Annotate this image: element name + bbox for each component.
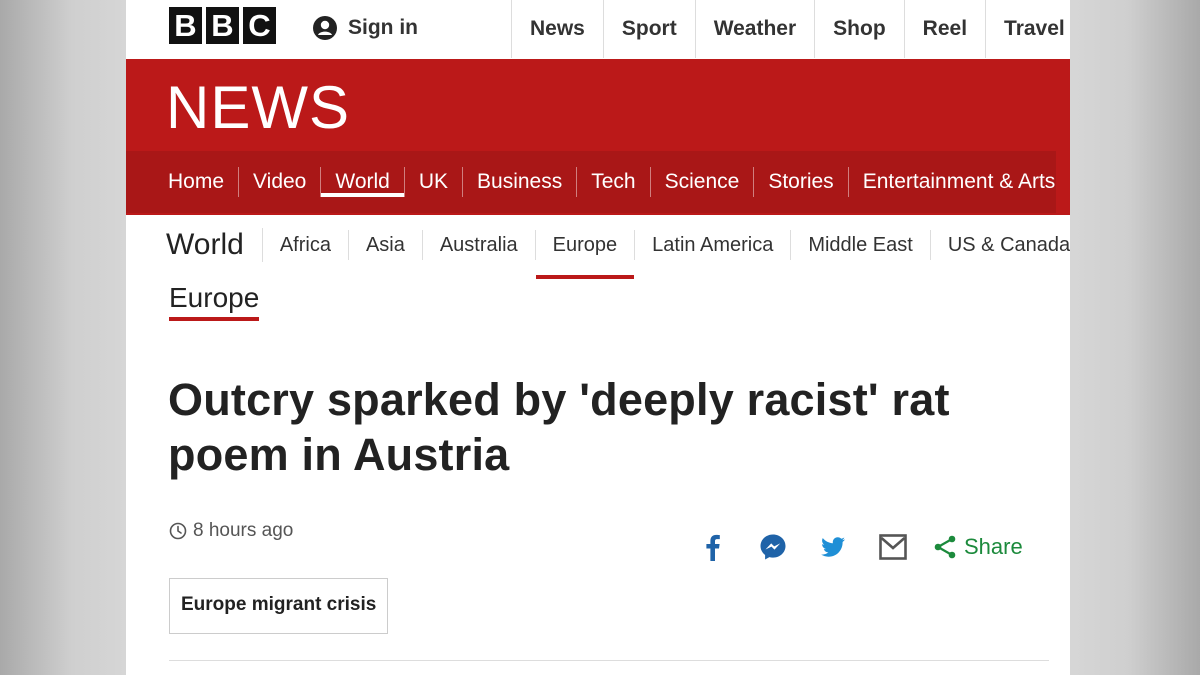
top-nav-reel[interactable]: Reel: [905, 0, 987, 58]
user-icon: [313, 16, 337, 40]
primary-nav: Home Video World UK Business Tech Scienc…: [126, 151, 1056, 213]
subnav-asia[interactable]: Asia: [349, 230, 423, 260]
subnav-europe[interactable]: Europe: [535, 230, 636, 279]
bbc-news-page: B B C Sign in News Sport Weather Shop Re…: [126, 0, 1070, 675]
topic-tag[interactable]: Europe migrant crisis: [169, 578, 389, 634]
secondary-nav: World Africa Asia Australia Europe Latin…: [166, 220, 1070, 279]
subnav-us-canada[interactable]: US & Canada: [931, 230, 1070, 260]
top-nav-travel[interactable]: Travel: [986, 0, 1070, 58]
top-nav-weather[interactable]: Weather: [696, 0, 816, 58]
nav-item-stories[interactable]: Stories: [754, 167, 849, 197]
top-nav-news[interactable]: News: [512, 0, 604, 58]
section-title-world[interactable]: World: [166, 228, 263, 262]
share-button[interactable]: Share: [932, 534, 1023, 560]
timestamp-text: 8 hours ago: [193, 520, 294, 541]
bbc-logo[interactable]: B B C: [169, 7, 276, 44]
email-icon: [879, 534, 907, 560]
article-headline: Outcry sparked by 'deeply racist' rat po…: [168, 374, 950, 480]
divider: [169, 660, 1049, 661]
nav-item-uk[interactable]: UK: [405, 167, 464, 197]
sign-in-label: Sign in: [348, 16, 418, 39]
share-label: Share: [964, 534, 1023, 559]
share-tools: Share: [696, 530, 1023, 564]
subnav-middle-east[interactable]: Middle East: [791, 230, 931, 260]
subnav-latin-america[interactable]: Latin America: [635, 230, 792, 260]
messenger-share-button[interactable]: [756, 530, 790, 564]
share-icon: [934, 535, 956, 559]
twitter-icon: [821, 537, 845, 557]
nav-item-home[interactable]: Home: [156, 167, 240, 197]
nav-item-business[interactable]: Business: [463, 167, 578, 197]
news-header: NEWS Home Video World UK Business Tech S…: [126, 59, 1070, 215]
clock-icon: [169, 522, 187, 540]
news-wordmark[interactable]: NEWS: [166, 73, 350, 142]
nav-item-tech[interactable]: Tech: [577, 167, 651, 197]
email-share-button[interactable]: [876, 530, 910, 564]
section-label[interactable]: Europe: [169, 282, 260, 321]
logo-letter: C: [243, 7, 276, 44]
article-timestamp: 8 hours ago: [169, 520, 293, 542]
nav-item-video[interactable]: Video: [239, 167, 322, 197]
nav-item-entertainment-arts[interactable]: Entertainment & Arts: [849, 167, 1070, 197]
twitter-share-button[interactable]: [816, 530, 850, 564]
sign-in-button[interactable]: Sign in: [312, 12, 418, 44]
facebook-icon: [706, 534, 720, 561]
top-nav-sport[interactable]: Sport: [604, 0, 696, 58]
nav-item-world[interactable]: World: [321, 167, 405, 197]
nav-item-science[interactable]: Science: [651, 167, 755, 197]
facebook-share-button[interactable]: [696, 530, 730, 564]
logo-letter: B: [169, 7, 202, 44]
messenger-icon: [760, 534, 786, 560]
top-nav: News Sport Weather Shop Reel Travel Mo: [512, 0, 1070, 58]
top-nav-shop[interactable]: Shop: [815, 0, 905, 58]
logo-letter: B: [206, 7, 239, 44]
top-bar: B B C Sign in News Sport Weather Shop Re…: [126, 0, 1070, 58]
subnav-australia[interactable]: Australia: [423, 230, 536, 260]
subnav-africa[interactable]: Africa: [263, 230, 349, 260]
